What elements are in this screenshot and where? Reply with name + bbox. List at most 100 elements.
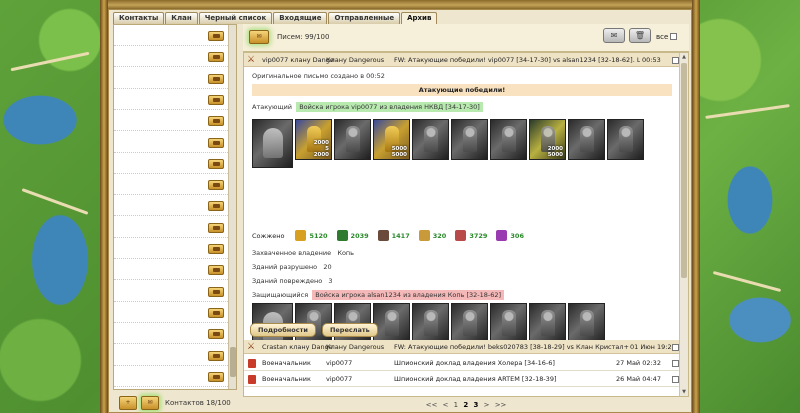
attacker-unit[interactable]: 2000 5000 <box>529 119 566 160</box>
contact-mail-icon[interactable] <box>208 244 224 254</box>
attacker-hero-portrait[interactable] <box>252 119 293 168</box>
page-last[interactable]: >> <box>495 401 507 409</box>
contact-mail-icon[interactable] <box>208 222 224 233</box>
attacker-unit[interactable] <box>568 119 605 160</box>
defender-unit[interactable] <box>568 303 605 344</box>
forward-button[interactable]: Переслать <box>321 323 378 337</box>
message-scroll-thumb[interactable] <box>681 63 687 278</box>
message-scrollbar[interactable]: ▲ ▼ <box>679 53 688 396</box>
contact-row[interactable] <box>114 195 228 217</box>
page-first[interactable]: << <box>426 401 438 409</box>
contacts-count: Контактов 18/100 <box>165 399 231 407</box>
attacker-unit[interactable] <box>451 119 488 160</box>
contact-mail-icon[interactable] <box>208 286 224 297</box>
page-1[interactable]: 1 <box>454 401 458 409</box>
contact-mail-icon[interactable] <box>208 158 224 169</box>
contact-row[interactable] <box>114 68 228 89</box>
contacts-scroll-thumb[interactable] <box>230 347 236 377</box>
message-row[interactable]: Военачальник vip0077 Шпионский доклад влад… <box>244 372 681 387</box>
contacts-scrollbar[interactable] <box>228 25 236 389</box>
scroll-up-icon[interactable]: ▲ <box>681 54 687 60</box>
destroyed-line: Зданий разрушено 20 <box>252 263 332 271</box>
message-to: vip0077 <box>326 359 353 367</box>
attacker-unit[interactable]: 5000 5000 <box>373 119 410 160</box>
mark-read-button[interactable]: ✉ <box>603 28 625 43</box>
contact-row[interactable] <box>114 174 228 196</box>
message-checkbox[interactable] <box>672 344 679 351</box>
contact-row[interactable] <box>114 217 228 238</box>
feather-icon <box>418 230 430 241</box>
select-all-label: все <box>656 33 669 41</box>
defender-unit[interactable] <box>529 303 566 344</box>
resource-value: 2039 <box>350 231 369 240</box>
message-checkbox[interactable] <box>672 376 679 383</box>
contact-mail-icon[interactable] <box>208 52 224 63</box>
compose-icon[interactable]: ✉ <box>249 30 269 44</box>
contact-row[interactable] <box>114 132 228 153</box>
tab-blacklist[interactable]: Черный список <box>198 12 273 24</box>
contact-row[interactable] <box>114 46 228 68</box>
contact-mail-icon[interactable] <box>208 73 224 84</box>
attacker-name[interactable]: Войска игрока vip0077 из владения НКВД [… <box>296 102 483 112</box>
attacker-unit[interactable]: 2000 5 2000 <box>295 119 332 160</box>
open-message-header[interactable]: ⚔ vip0077 клану Dange Клану Dangerous FW… <box>244 53 681 67</box>
contact-row[interactable] <box>114 89 228 110</box>
message-checkbox[interactable] <box>672 57 679 64</box>
message-row[interactable]: ⚔ Crastan клану Dange Клану Dangerous FW: А… <box>244 340 681 354</box>
attacker-unit[interactable] <box>490 119 527 160</box>
delete-button[interactable]: 🗑 <box>629 28 651 43</box>
defender-unit[interactable] <box>451 303 488 344</box>
attacker-unit[interactable] <box>607 119 644 160</box>
ore-icon <box>377 230 389 241</box>
destroyed-value: 20 <box>323 263 332 271</box>
contact-mail-icon[interactable] <box>208 137 224 148</box>
contact-mail-icon[interactable] <box>208 31 224 41</box>
contact-row[interactable] <box>114 323 228 345</box>
damaged-value: 3 <box>328 277 333 285</box>
contact-mail-icon[interactable] <box>208 307 224 318</box>
contact-row[interactable] <box>114 366 228 387</box>
contact-row[interactable] <box>114 153 228 174</box>
attacker-unit[interactable] <box>334 119 371 160</box>
tab-archive[interactable]: Архив <box>401 12 438 24</box>
message-row[interactable]: Военачальник vip0077 Шпионский доклад влад… <box>244 356 681 371</box>
defender-name[interactable]: Войска игрока alsan1234 из владения Копь… <box>312 290 505 300</box>
contact-row[interactable] <box>114 238 228 259</box>
details-button[interactable]: Подробности <box>250 323 316 337</box>
tab-inbox[interactable]: Входящие <box>273 12 328 24</box>
contact-row[interactable] <box>114 259 228 281</box>
map-road <box>705 104 790 119</box>
message-time: 26 Май 04:47 <box>616 375 661 383</box>
contact-mail-icon[interactable] <box>208 116 224 127</box>
contact-mail-icon[interactable] <box>208 265 224 276</box>
page-3[interactable]: 3 <box>473 401 478 409</box>
page-2[interactable]: 2 <box>463 401 468 409</box>
defender-unit[interactable] <box>412 303 449 344</box>
page-next[interactable]: > <box>484 401 490 409</box>
page-prev[interactable]: < <box>443 401 449 409</box>
contact-row[interactable] <box>114 281 228 302</box>
contact-mail-icon[interactable] <box>208 201 224 212</box>
contact-row[interactable] <box>114 345 228 366</box>
attacker-unit[interactable] <box>412 119 449 160</box>
contacts-mail-button[interactable]: ✉ <box>141 396 159 410</box>
contact-row[interactable] <box>114 25 228 46</box>
contact-mail-icon[interactable] <box>208 350 224 361</box>
contact-mail-icon[interactable] <box>208 94 224 105</box>
contact-row[interactable] <box>114 110 228 132</box>
tab-sent[interactable]: Отправленные <box>328 12 401 24</box>
tab-contacts[interactable]: Контакты <box>113 12 165 24</box>
tab-clan[interactable]: Клан <box>165 12 198 24</box>
scroll-down-icon[interactable]: ▼ <box>681 389 687 395</box>
select-all-checkbox[interactable] <box>670 33 677 40</box>
defender-unit[interactable] <box>373 303 410 344</box>
defender-unit[interactable] <box>490 303 527 344</box>
contact-row[interactable] <box>114 302 228 323</box>
meat-icon <box>455 230 467 241</box>
message-checkbox[interactable] <box>672 360 679 367</box>
contact-mail-icon[interactable] <box>208 180 224 191</box>
contact-mail-icon[interactable] <box>208 371 224 382</box>
contact-mail-icon[interactable] <box>208 329 224 340</box>
add-contact-button[interactable]: + <box>119 396 137 410</box>
crystal-icon <box>496 230 508 241</box>
